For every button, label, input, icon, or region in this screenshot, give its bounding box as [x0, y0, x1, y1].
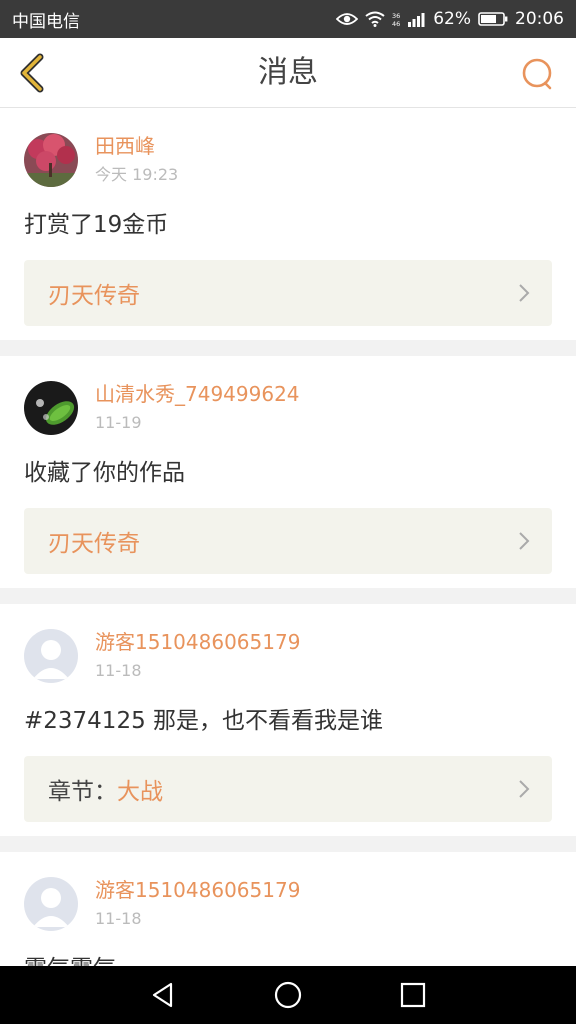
status-icons: 36 46 62% 20:06 [336, 9, 564, 29]
eye-icon [336, 12, 359, 26]
message-text: 打赏了19金币 [24, 212, 169, 238]
back-button[interactable] [10, 48, 56, 98]
svg-text:36: 36 [392, 12, 400, 20]
username-link[interactable]: 山清水秀_749499624 [95, 381, 300, 407]
avatar[interactable] [24, 629, 78, 683]
page-title: 消息 [258, 55, 318, 90]
triangle-back-icon [152, 982, 172, 1008]
work-link[interactable]: 刃天传奇 [24, 260, 552, 326]
username-link[interactable]: 田西峰 [95, 133, 178, 159]
message-list[interactable]: 田西峰 今天 19:23 打赏了19金币 刃天传奇 山清水秀_749499624… [0, 108, 576, 966]
chevron-left-icon [20, 53, 44, 93]
work-link[interactable]: 刃天传奇 [24, 508, 552, 574]
battery-icon [478, 11, 508, 27]
avatar[interactable] [24, 381, 78, 435]
system-back-button[interactable] [143, 975, 183, 1015]
search-button[interactable] [516, 52, 560, 96]
message-text: 收藏了你的作品 [24, 460, 185, 486]
search-icon [522, 58, 552, 90]
message-card: 游客1510486065179 11-18 霸气霸气 [0, 852, 576, 966]
square-recents-icon [401, 982, 426, 1008]
carrier-label: 中国电信 [12, 11, 80, 32]
nav-bar: 消息 [0, 38, 576, 108]
avatar[interactable] [24, 877, 78, 931]
system-recents-button[interactable] [393, 975, 433, 1015]
message-card: 田西峰 今天 19:23 打赏了19金币 刃天传奇 [0, 108, 576, 340]
message-card: 游客1510486065179 11-18 #2374125 那是，也不看看我是… [0, 604, 576, 836]
username-link[interactable]: 游客1510486065179 [95, 629, 300, 655]
system-nav-bar [0, 966, 576, 1024]
wifi-icon [365, 11, 385, 27]
timestamp: 11-18 [95, 661, 142, 680]
circle-home-icon [274, 981, 302, 1009]
message-card: 山清水秀_749499624 11-19 收藏了你的作品 刃天传奇 [0, 356, 576, 588]
chevron-right-icon [518, 531, 530, 551]
avatar[interactable] [24, 133, 78, 187]
status-bar: 中国电信 36 46 62% 20:06 [0, 0, 576, 38]
chevron-right-icon [518, 283, 530, 303]
work-title: 刃天传奇 [48, 531, 140, 557]
message-text: 霸气霸气 [24, 954, 552, 966]
timestamp: 11-18 [95, 909, 142, 928]
cellular-signal-icon: 36 46 [392, 11, 426, 27]
message-text: #2374125 那是，也不看看我是谁 [24, 708, 384, 734]
battery-percent: 62% [433, 9, 471, 29]
work-title: 刃天传奇 [48, 283, 140, 309]
username-link[interactable]: 游客1510486065179 [95, 877, 300, 903]
timestamp: 今天 19:23 [95, 165, 179, 184]
clock: 20:06 [515, 9, 564, 29]
chapter-prefix: 章节： [48, 779, 117, 805]
chapter-link[interactable]: 章节：大战 [24, 756, 552, 822]
chapter-title: 大战 [117, 779, 163, 805]
chevron-right-icon [518, 779, 530, 799]
timestamp: 11-19 [95, 413, 142, 432]
svg-text:46: 46 [392, 20, 400, 27]
system-home-button[interactable] [268, 975, 308, 1015]
